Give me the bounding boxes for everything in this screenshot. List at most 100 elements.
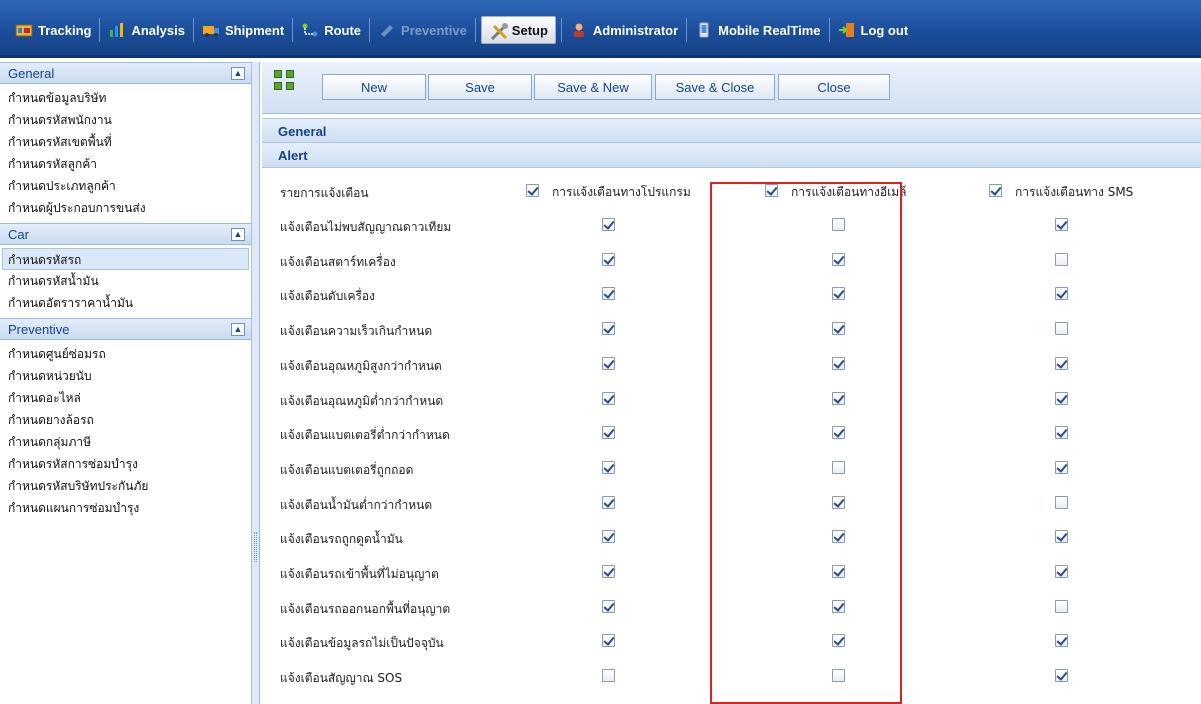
sidebar-menu-item[interactable]: กำหนดรหัสบริษัทประกันภัย (0, 475, 251, 497)
sidebar-menu-item[interactable]: กำหนดรหัสพนักงาน (0, 109, 251, 131)
save-button[interactable]: Save (428, 74, 532, 100)
program-alert-checkbox[interactable] (602, 460, 615, 474)
sidebar-menu-item[interactable]: กำหนดกลุ่มภาษี (0, 431, 251, 453)
sidebar-menu-item[interactable]: กำหนดหน่วยนับ (0, 365, 251, 387)
email-alert-checkbox[interactable] (832, 634, 845, 648)
alert-row: แจ้งเตือนไม่พบสัญญาณดาวเทียม (262, 208, 1201, 242)
program-alert-checkbox[interactable] (602, 565, 615, 578)
sidebar-menu-item[interactable]: กำหนดแผนการซ่อมบำรุง (0, 497, 251, 519)
sidebar-menu-item[interactable]: กำหนดข้อมูลบริษัท (0, 87, 251, 109)
program-alert-checkbox[interactable] (602, 252, 615, 266)
program-alert-checkbox[interactable] (602, 495, 615, 509)
nav-setup[interactable]: Setup (480, 16, 556, 44)
program-alert-checkbox[interactable] (602, 669, 615, 683)
nav-separator (99, 18, 101, 42)
sidebar-menu-item[interactable]: กำหนดรหัสรถ (2, 248, 249, 270)
sms-alert-checkbox[interactable] (1055, 252, 1068, 266)
nav-tracking[interactable]: Tracking (8, 18, 98, 42)
column-select-all-checkbox[interactable] (526, 184, 539, 197)
sms-alert-checkbox[interactable] (1055, 391, 1068, 405)
sidebar-section-title: General (8, 65, 55, 81)
nav-analysis[interactable]: Analysis (101, 18, 191, 42)
sms-alert-checkbox[interactable] (1055, 530, 1068, 544)
sms-alert-checkbox[interactable] (1055, 322, 1068, 336)
nav-mobile-realtime[interactable]: Mobile RealTime (688, 18, 827, 42)
column-header-label: การแจ้งเตือนทาง SMS (1015, 185, 1134, 199)
alert-row-label: แจ้งเตือนไม่พบสัญญาณดาวเทียม (280, 220, 452, 234)
sms-alert-checkbox[interactable] (1055, 565, 1068, 578)
email-alert-checkbox[interactable] (832, 426, 845, 440)
sidebar-section-preventive[interactable]: Preventive ▲ (0, 318, 251, 340)
sms-alert-checkbox[interactable] (1055, 287, 1068, 301)
route-icon (301, 22, 319, 38)
sidebar-menu-item[interactable]: กำหนดรหัสลูกค้า (0, 153, 251, 175)
splitter-grip[interactable] (254, 532, 257, 562)
program-alert-checkbox[interactable] (602, 530, 615, 544)
logout-icon (838, 22, 856, 38)
sms-alert-checkbox[interactable] (1055, 460, 1068, 474)
sms-alert-checkbox[interactable] (1055, 426, 1068, 440)
program-alert-checkbox[interactable] (602, 287, 615, 301)
email-alert-checkbox[interactable] (832, 287, 845, 301)
collapse-up-icon[interactable]: ▲ (231, 322, 245, 336)
sidebar-menu-item[interactable]: กำหนดอัตราราคาน้ำมัน (0, 292, 251, 314)
column-select-all-checkbox[interactable] (989, 184, 1002, 197)
program-alert-checkbox[interactable] (602, 356, 615, 370)
email-alert-checkbox[interactable] (832, 530, 845, 544)
email-alert-checkbox[interactable] (832, 599, 845, 613)
email-alert-checkbox[interactable] (832, 218, 845, 231)
panel-splitter[interactable] (252, 62, 260, 704)
sms-alert-checkbox[interactable] (1055, 356, 1068, 370)
email-alert-checkbox[interactable] (832, 391, 845, 405)
nav-separator (369, 18, 371, 42)
program-alert-checkbox[interactable] (602, 634, 615, 648)
sidebar-menu-item[interactable]: กำหนดรหัสการซ่อมบำรุง (0, 453, 251, 475)
collapse-up-icon[interactable]: ▲ (231, 66, 245, 80)
sidebar-menu-item[interactable]: กำหนดประเภทลูกค้า (0, 175, 251, 197)
save-and-close-button[interactable]: Save & Close (655, 74, 775, 100)
program-alert-checkbox[interactable] (602, 322, 615, 336)
new-button[interactable]: New (322, 74, 426, 100)
section-alert-header[interactable]: Alert (262, 143, 1201, 168)
sidebar-menu-item[interactable]: กำหนดอะไหล่ (0, 387, 251, 409)
sms-alert-checkbox[interactable] (1055, 218, 1068, 231)
alert-row: แจ้งเตือนความเร็วเกินกำหนด (262, 312, 1201, 346)
program-alert-checkbox[interactable] (602, 599, 615, 613)
collapse-up-icon[interactable]: ▲ (231, 227, 245, 241)
alert-header-row: รายการแจ้งเตือน การแจ้งเตือนทางโปรแกรม การ… (262, 174, 1201, 208)
program-alert-checkbox[interactable] (602, 218, 615, 231)
email-alert-checkbox[interactable] (832, 495, 845, 509)
nav-route[interactable]: Route (294, 18, 368, 42)
email-alert-checkbox[interactable] (832, 460, 845, 474)
column-select-all-checkbox[interactable] (765, 184, 778, 197)
alert-row: แจ้งเตือนสตาร์ทเครื่อง (262, 243, 1201, 277)
save-and-new-button[interactable]: Save & New (534, 74, 652, 100)
email-alert-checkbox[interactable] (832, 356, 845, 370)
nav-administrator[interactable]: Administrator (563, 18, 685, 42)
sidebar-menu-item[interactable]: กำหนดรหัสน้ำมัน (0, 270, 251, 292)
close-button[interactable]: Close (778, 74, 890, 100)
email-alert-checkbox[interactable] (832, 565, 845, 578)
sms-alert-checkbox[interactable] (1055, 599, 1068, 613)
sms-alert-checkbox[interactable] (1055, 634, 1068, 648)
sidebar-menu-item[interactable]: กำหนดผู้ประกอบการขนส่ง (0, 197, 251, 219)
sidebar-menu-item[interactable]: กำหนดศูนย์ซ่อมรถ (0, 343, 251, 365)
email-alert-checkbox[interactable] (832, 322, 845, 336)
sidebar-menu-item[interactable]: กำหนดยางล้อรถ (0, 409, 251, 431)
email-alert-checkbox[interactable] (832, 669, 845, 683)
sidebar-section-general[interactable]: General ▲ (0, 62, 251, 84)
column-header-label: การแจ้งเตือนทางอีเมล์ (791, 185, 907, 199)
program-alert-checkbox[interactable] (602, 391, 615, 405)
nav-shipment[interactable]: Shipment (195, 18, 291, 42)
sms-alert-checkbox[interactable] (1055, 669, 1068, 683)
alert-row-label: แจ้งเตือนรถออกนอกพื้นที่อนุญาต (280, 601, 451, 616)
section-general-header[interactable]: General (262, 118, 1201, 143)
sidebar-menu-item[interactable]: กำหนดรหัสเขตพื้นที่ (0, 131, 251, 153)
email-alert-checkbox[interactable] (832, 252, 845, 266)
column-header-label: การแจ้งเตือนทางโปรแกรม (552, 185, 691, 199)
mobile-icon (695, 22, 713, 38)
sms-alert-checkbox[interactable] (1055, 495, 1068, 509)
program-alert-checkbox[interactable] (602, 426, 615, 440)
nav-log-out[interactable]: Log out (831, 18, 916, 42)
sidebar-section-car[interactable]: Car ▲ (0, 223, 251, 245)
